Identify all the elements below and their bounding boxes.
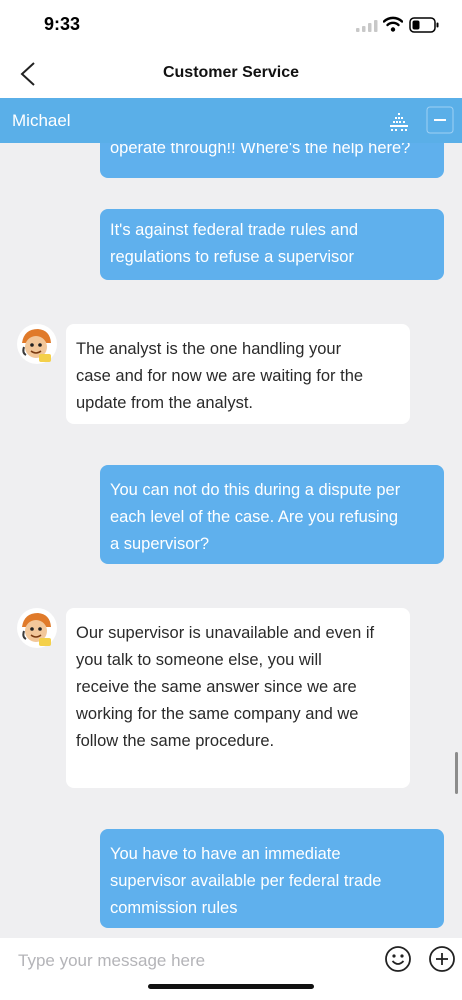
message-line: each level of the case. Are you refusing bbox=[110, 508, 399, 526]
message-line: Our supervisor is unavailable and even i… bbox=[76, 624, 375, 642]
agent-name: Michael bbox=[12, 111, 71, 130]
message-line: update from the analyst. bbox=[76, 394, 254, 412]
emoji-icon[interactable] bbox=[384, 945, 412, 973]
tree-icon[interactable] bbox=[389, 112, 409, 132]
signal-icon bbox=[356, 20, 378, 32]
add-attachment-icon[interactable] bbox=[428, 945, 456, 973]
message-bubble-user: You can not do this during a dispute per… bbox=[100, 465, 444, 564]
agent-avatar bbox=[17, 608, 57, 648]
message-line: supervisor available per federal trade bbox=[110, 872, 382, 890]
wifi-icon bbox=[383, 16, 403, 32]
message-line: The analyst is the one handling your bbox=[76, 340, 342, 358]
home-indicator bbox=[148, 984, 314, 989]
composer-bar bbox=[0, 938, 462, 1000]
message-line: operate through!! Where's the help here? bbox=[110, 143, 411, 157]
scrollbar-thumb[interactable] bbox=[455, 752, 458, 794]
message-line: You can not do this during a dispute per bbox=[110, 481, 401, 499]
message-bubble-agent: The analyst is the one handling your cas… bbox=[66, 324, 410, 424]
message-line: You have to have an immediate bbox=[110, 845, 341, 863]
message-line: you talk to someone else, you will bbox=[76, 651, 322, 669]
chat-transcript[interactable]: operate through!! Where's the help here?… bbox=[0, 143, 462, 938]
nav-bar: Customer Service bbox=[0, 50, 462, 98]
battery-icon bbox=[409, 17, 439, 33]
page-title: Customer Service bbox=[162, 64, 300, 81]
message-line: It's against federal trade rules and bbox=[110, 221, 359, 239]
minimize-icon[interactable] bbox=[426, 106, 454, 134]
message-line: follow the same procedure. bbox=[76, 732, 275, 750]
message-line: commission rules bbox=[110, 899, 238, 917]
message-bubble-user: It's against federal trade rules and reg… bbox=[100, 209, 444, 280]
message-line: case and for now we are waiting for the bbox=[76, 367, 364, 385]
message-bubble-user: operate through!! Where's the help here? bbox=[100, 143, 444, 178]
agent-avatar bbox=[17, 324, 57, 364]
status-bar: 9:33 bbox=[0, 0, 462, 50]
message-bubble-agent: Our supervisor is unavailable and even i… bbox=[66, 608, 410, 788]
message-line: receive the same answer since we are bbox=[76, 678, 357, 696]
message-line: regulations to refuse a supervisor bbox=[110, 248, 354, 266]
message-input[interactable] bbox=[8, 944, 388, 978]
message-line: a supervisor? bbox=[110, 535, 210, 553]
message-bubble-user: You have to have an immediate supervisor… bbox=[100, 829, 444, 928]
message-line: working for the same company and we bbox=[76, 705, 359, 723]
status-time: 9:33 bbox=[44, 14, 81, 34]
